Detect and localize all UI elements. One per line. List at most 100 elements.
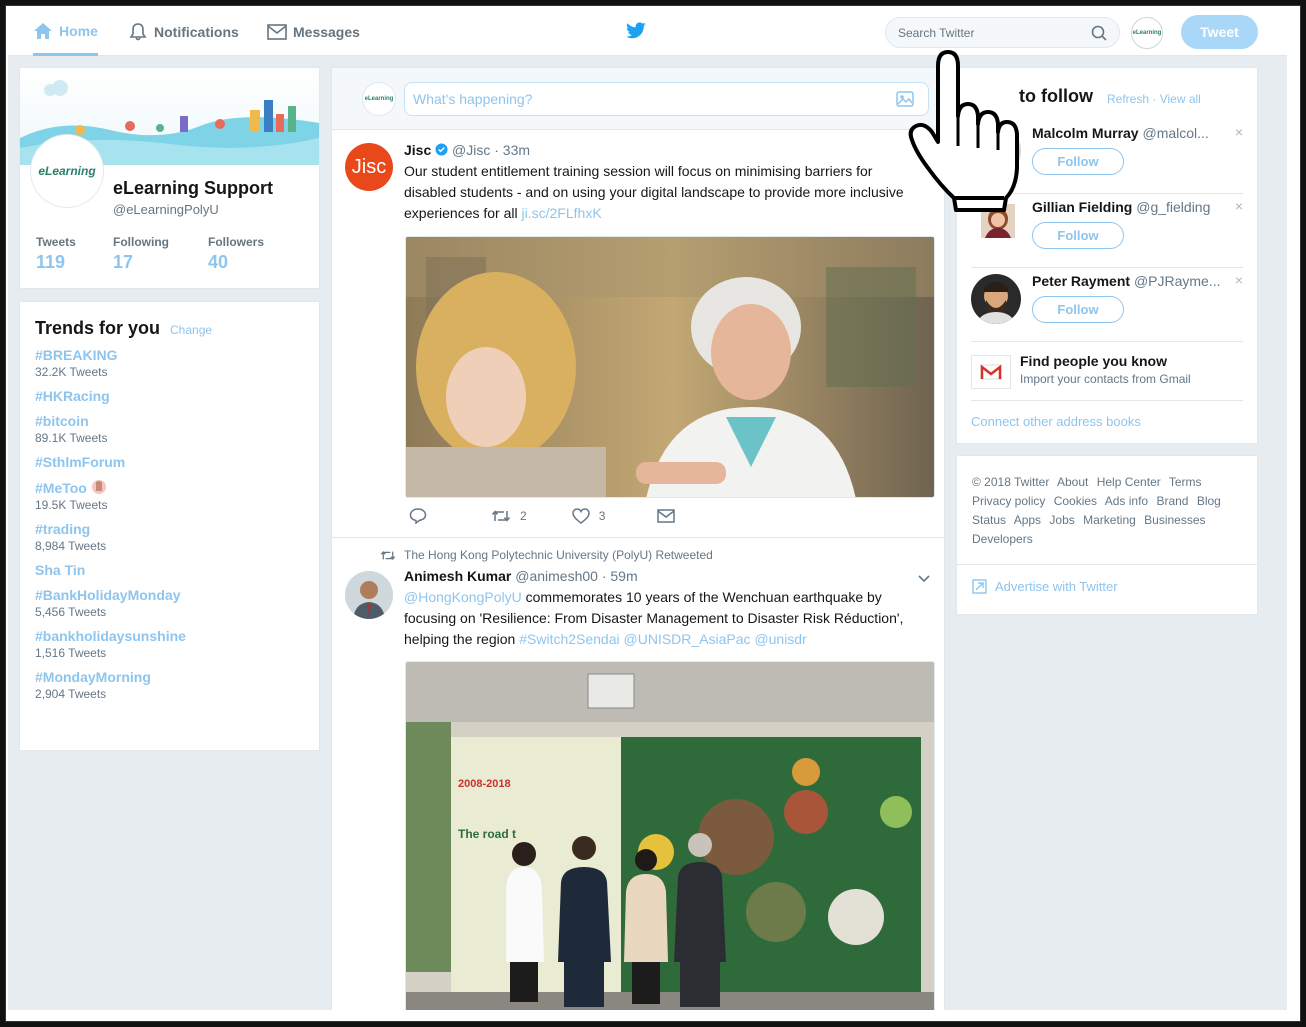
- tweet-avatar[interactable]: Jisc: [345, 143, 393, 191]
- tweet-time[interactable]: · 33m: [494, 142, 530, 158]
- connect-address-books-link[interactable]: Connect other address books: [971, 414, 1141, 429]
- nav-notifications[interactable]: Notifications: [128, 8, 239, 56]
- footer-link[interactable]: Privacy policy: [972, 494, 1045, 508]
- tweet-link[interactable]: ji.sc/2FLfhxK: [522, 205, 602, 221]
- user-display-name: Malcolm Murray: [1032, 125, 1139, 141]
- footer-link[interactable]: Cookies: [1054, 494, 1097, 508]
- tweet-mention[interactable]: @HongKongPolyU: [404, 589, 522, 605]
- compose-input[interactable]: [404, 82, 929, 116]
- follow-button[interactable]: Follow: [1032, 296, 1124, 323]
- footer-link[interactable]: Jobs: [1049, 513, 1074, 527]
- dismiss-icon[interactable]: ×: [1235, 124, 1243, 140]
- suggested-user[interactable]: Peter Rayment @PJRayme... × Follow: [971, 268, 1243, 342]
- trend-tag[interactable]: #MondayMorning: [35, 669, 304, 686]
- reply-icon[interactable]: [409, 508, 427, 524]
- tweet[interactable]: Jisc Jisc @Jisc · 33m Our student entitl…: [332, 130, 944, 538]
- footer-link[interactable]: Terms: [1169, 475, 1202, 489]
- trend-item[interactable]: #SthlmForum: [35, 454, 304, 471]
- suggested-user-name[interactable]: Peter Rayment @PJRayme...: [1032, 273, 1232, 289]
- nav-home[interactable]: Home: [33, 8, 98, 56]
- trends-change-link[interactable]: Change: [170, 323, 212, 337]
- trend-tag[interactable]: Sha Tin: [35, 562, 304, 579]
- suggested-user-name[interactable]: Gillian Fielding @g_fielding: [1032, 199, 1232, 215]
- retweet-icon[interactable]: [491, 509, 511, 523]
- follow-button[interactable]: Follow: [1032, 222, 1124, 249]
- top-navigation-bar: Home Notifications Messages eLearning Tw…: [8, 8, 1287, 56]
- profile-handle[interactable]: @eLearningPolyU: [113, 202, 219, 217]
- trend-item[interactable]: #MeToo 19.5K Tweets: [35, 479, 304, 513]
- footer-link[interactable]: Developers: [972, 532, 1033, 546]
- trend-tag[interactable]: #HKRacing: [35, 388, 304, 405]
- trend-tag[interactable]: #bankholidaysunshine: [35, 628, 304, 645]
- follow-button[interactable]: Follow: [1032, 148, 1124, 175]
- tweet-author-name[interactable]: Jisc: [404, 142, 431, 158]
- footer-link[interactable]: Status: [972, 513, 1006, 527]
- tweet[interactable]: The Hong Kong Polytechnic University (Po…: [332, 538, 944, 1010]
- tweet-text-line: helping the region #Switch2Sendai @UNISD…: [404, 629, 934, 650]
- view-all-link[interactable]: View all: [1160, 92, 1201, 106]
- trend-count: 2,904 Tweets: [35, 687, 107, 701]
- tweet-avatar[interactable]: [345, 571, 393, 619]
- account-avatar[interactable]: eLearning: [1131, 17, 1163, 49]
- chevron-down-icon[interactable]: [917, 574, 931, 584]
- find-people-gmail[interactable]: Find people you know Import your contact…: [971, 351, 1243, 401]
- tweet-button[interactable]: Tweet: [1181, 15, 1258, 49]
- trend-tag[interactable]: #BREAKING: [35, 347, 304, 364]
- search-icon[interactable]: [1091, 25, 1107, 41]
- retweet-context-text[interactable]: The Hong Kong Polytechnic University (Po…: [404, 548, 713, 562]
- stat-followers[interactable]: Followers 40: [208, 235, 264, 273]
- footer-link[interactable]: Brand: [1156, 494, 1188, 508]
- stat-tweets[interactable]: Tweets 119: [36, 235, 76, 273]
- trend-item[interactable]: #BREAKING 32.2K Tweets: [35, 347, 304, 380]
- trend-tag[interactable]: #bitcoin: [35, 413, 304, 430]
- dm-action[interactable]: [657, 509, 676, 523]
- suggested-user-avatar[interactable]: [971, 274, 1021, 324]
- dismiss-icon[interactable]: ×: [1235, 272, 1243, 288]
- suggested-user-name[interactable]: Malcolm Murray @malcol...: [1032, 125, 1232, 141]
- trend-tag[interactable]: #MeToo: [35, 479, 304, 497]
- trend-item[interactable]: #BankHolidayMonday 5,456 Tweets: [35, 587, 304, 620]
- trend-item[interactable]: #MondayMorning 2,904 Tweets: [35, 669, 304, 702]
- tweet-hashtags[interactable]: #Switch2Sendai @UNISDR_AsiaPac @unisdr: [519, 631, 807, 647]
- tweet-author-name[interactable]: Animesh Kumar: [404, 568, 511, 584]
- like-action[interactable]: 3: [571, 508, 605, 524]
- footer-link[interactable]: Businesses: [1144, 513, 1205, 527]
- advertise-link[interactable]: Advertise with Twitter: [972, 579, 1118, 594]
- trend-count: 8,984 Tweets: [35, 539, 107, 553]
- tweet-photo[interactable]: [405, 236, 935, 498]
- retweet-count: 2: [520, 509, 527, 523]
- trend-item[interactable]: #bitcoin 89.1K Tweets: [35, 413, 304, 446]
- heart-icon[interactable]: [571, 508, 590, 524]
- footer-link[interactable]: Blog: [1197, 494, 1221, 508]
- search-input[interactable]: [898, 25, 1091, 40]
- trend-tag[interactable]: #trading: [35, 521, 304, 538]
- trend-item[interactable]: #bankholidaysunshine 1,516 Tweets: [35, 628, 304, 661]
- dm-icon[interactable]: [657, 509, 676, 523]
- trend-item[interactable]: #HKRacing: [35, 388, 304, 405]
- reply-action[interactable]: [409, 508, 427, 524]
- trend-tag[interactable]: #BankHolidayMonday: [35, 587, 304, 604]
- retweet-action[interactable]: 2: [491, 509, 527, 523]
- profile-avatar[interactable]: eLearning: [31, 135, 103, 207]
- twitter-bird-icon[interactable]: [625, 22, 647, 40]
- footer-link[interactable]: Apps: [1014, 513, 1041, 527]
- trend-tag[interactable]: #SthlmForum: [35, 454, 304, 471]
- trend-item[interactable]: Sha Tin: [35, 562, 304, 579]
- tweet-author-handle[interactable]: @Jisc: [452, 142, 490, 158]
- footer-link[interactable]: Marketing: [1083, 513, 1136, 527]
- tweet-time[interactable]: · 59m: [602, 568, 638, 584]
- footer-link[interactable]: Ads info: [1105, 494, 1148, 508]
- search-box[interactable]: [885, 17, 1120, 48]
- tweet-author-handle[interactable]: @animesh00: [515, 568, 598, 584]
- profile-name[interactable]: eLearning Support: [113, 178, 273, 199]
- footer-link[interactable]: About: [1057, 475, 1088, 489]
- tweet-photo[interactable]: 2008-2018 The road t: [405, 661, 935, 1010]
- dismiss-icon[interactable]: ×: [1235, 198, 1243, 214]
- refresh-link[interactable]: Refresh: [1107, 92, 1149, 106]
- nav-messages[interactable]: Messages: [267, 8, 360, 56]
- trend-item[interactable]: #trading 8,984 Tweets: [35, 521, 304, 554]
- stat-value: 17: [113, 252, 134, 272]
- stat-following[interactable]: Following 17: [113, 235, 169, 273]
- footer-link[interactable]: Help Center: [1097, 475, 1161, 489]
- metoo-emoji-icon: [91, 480, 106, 494]
